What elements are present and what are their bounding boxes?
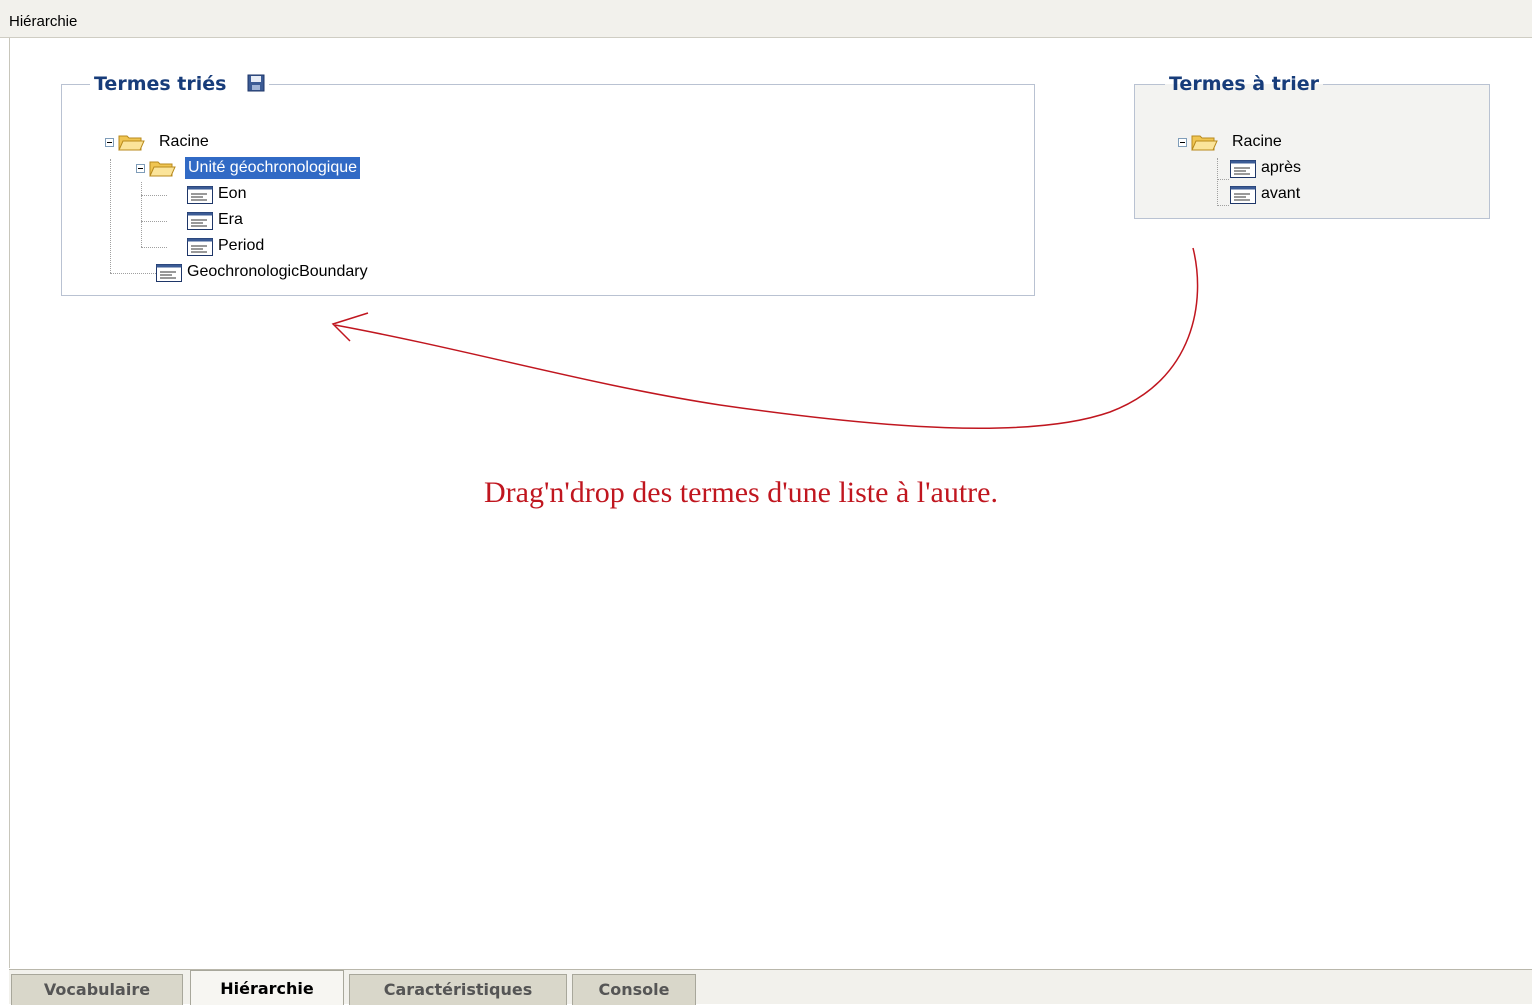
tab-hierarchie[interactable]: Hiérarchie <box>190 970 344 1005</box>
bottom-tab-bar: Vocabulaire Hiérarchie Caractéristiques … <box>9 969 1532 1005</box>
tab-caracteristiques[interactable]: Caractéristiques <box>349 974 567 1005</box>
tab-console[interactable]: Console <box>572 974 696 1005</box>
tab-vocabulaire[interactable]: Vocabulaire <box>11 974 183 1005</box>
drag-drop-annotation: Drag'n'drop des termes d'une liste à l'a… <box>484 476 998 509</box>
